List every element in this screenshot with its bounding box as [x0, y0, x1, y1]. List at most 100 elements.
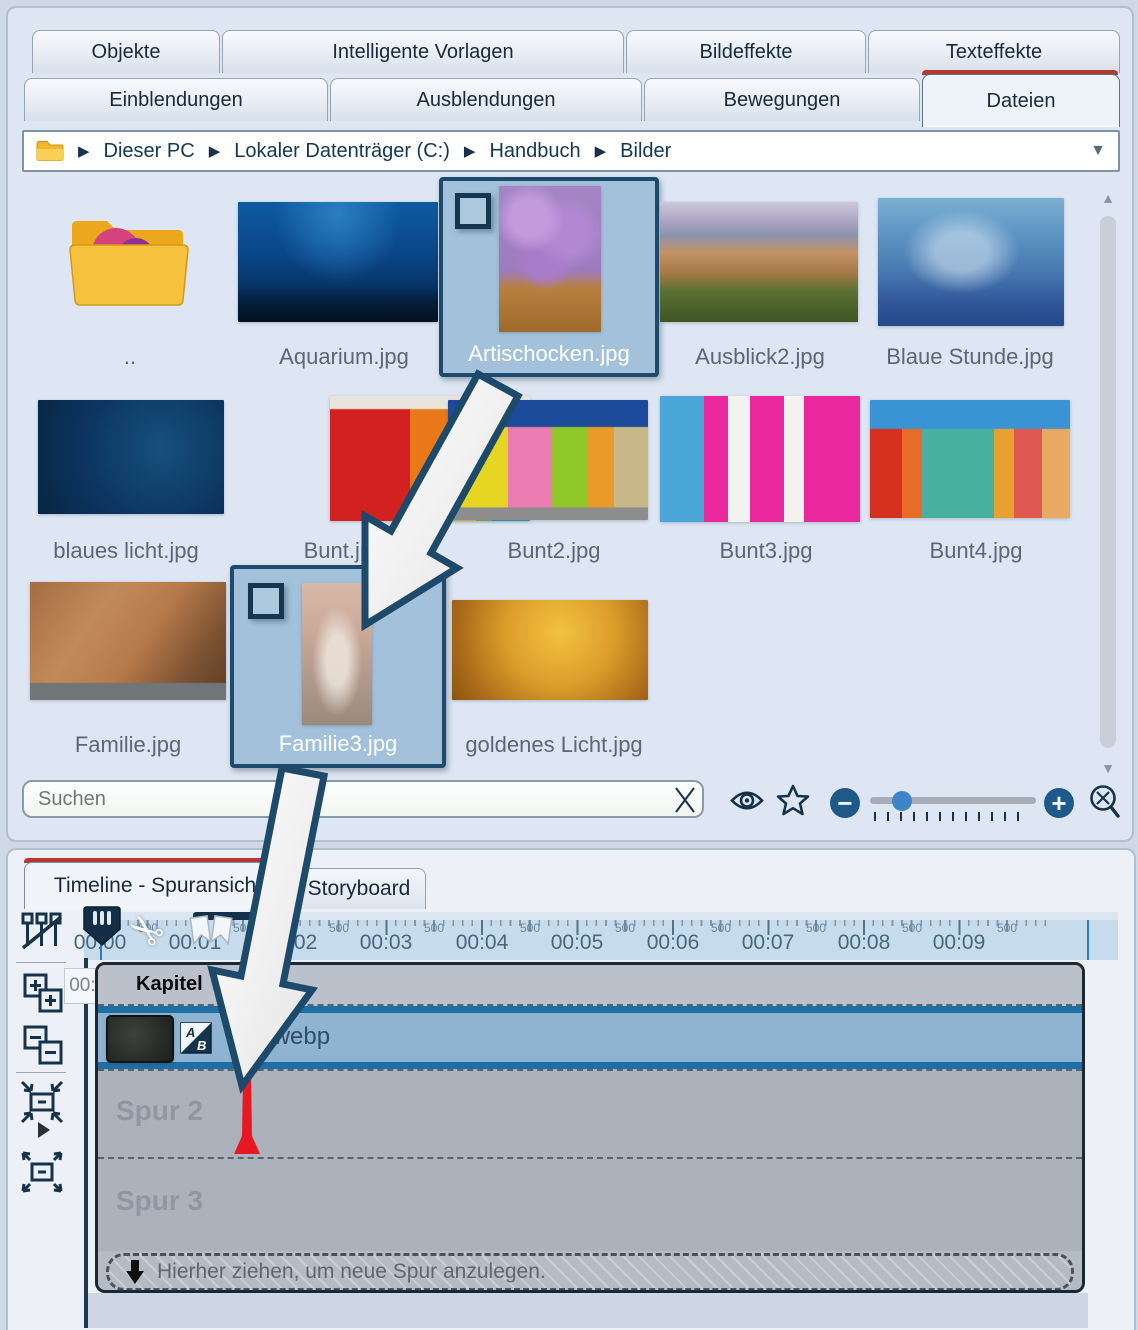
- tab-texteffekte[interactable]: Texteffekte: [868, 30, 1120, 73]
- file-label: Ausblick2.jpg: [650, 344, 870, 370]
- split-marker-icon[interactable]: [188, 914, 236, 956]
- expand-icon[interactable]: [38, 1122, 50, 1138]
- scroll-down-icon[interactable]: ▼: [1098, 760, 1118, 776]
- chapter-track[interactable]: Kapitel: [98, 965, 1082, 1006]
- track-1[interactable]: A B b06.webp: [98, 1006, 1082, 1069]
- tab-einblendungen[interactable]: Einblendungen: [24, 78, 328, 121]
- file-thumbnail: [878, 198, 1064, 326]
- zoom-slider-ticks: [874, 812, 1022, 821]
- file-label: Bunt4.jpg: [866, 538, 1086, 564]
- chevron-right-icon: ▶: [78, 142, 90, 160]
- minus-glyph: −: [837, 790, 852, 816]
- breadcrumb-dropdown-icon[interactable]: ▼: [1090, 142, 1106, 160]
- file-thumbnail: [238, 202, 438, 322]
- zoom-slider-thumb[interactable]: [892, 791, 912, 811]
- file-label: Blaue Stunde.jpg: [860, 344, 1080, 370]
- enlarge-all-tracks-icon[interactable]: [20, 1150, 64, 1194]
- file-item-selected[interactable]: Artischocken.jpg: [439, 177, 659, 377]
- ruler-sublabel: 500: [510, 921, 550, 935]
- ruler-sublabel: 500: [414, 921, 454, 935]
- track-label: Spur 3: [116, 1185, 203, 1217]
- chevron-right-icon: ▶: [209, 142, 221, 160]
- folder-icon: [36, 140, 64, 162]
- ruler-sublabel: 500: [892, 921, 932, 935]
- selection-checkbox[interactable]: [248, 583, 284, 619]
- search-input[interactable]: [22, 780, 704, 818]
- breadcrumb-item-bilder[interactable]: Bilder: [620, 140, 671, 163]
- chapter-label: Kapitel: [136, 973, 203, 996]
- track-3[interactable]: Spur 3: [98, 1157, 1082, 1251]
- file-thumbnail: [30, 582, 226, 700]
- file-label: ..: [20, 344, 240, 370]
- folder-up-icon: [60, 204, 196, 308]
- plus-glyph: +: [1051, 790, 1066, 816]
- file-thumbnail: [38, 400, 224, 514]
- tab-timeline-spuransicht[interactable]: Timeline - Spuransicht: [24, 862, 292, 909]
- star-icon[interactable]: [776, 784, 810, 817]
- clear-search-icon[interactable]: [672, 787, 698, 813]
- ruler-sublabel: 500: [701, 921, 741, 935]
- tab-objekte[interactable]: Objekte: [32, 30, 220, 73]
- zoom-in-icon[interactable]: +: [1044, 788, 1074, 818]
- file-thumbnail: [452, 600, 648, 700]
- ruler-end-marker: [1087, 920, 1089, 960]
- file-label: Bunt.jpg: [234, 538, 454, 564]
- toolbar-separator: [16, 1072, 66, 1073]
- track-label: Spur 2: [116, 1095, 203, 1127]
- breadcrumb: ▶ Dieser PC ▶ Lokaler Datenträger (C:) ▶…: [22, 130, 1120, 172]
- ruler-sublabel: 500: [796, 921, 836, 935]
- eye-icon[interactable]: [730, 788, 764, 813]
- scroll-up-icon[interactable]: ▲: [1098, 190, 1118, 206]
- file-label: Familie.jpg: [18, 732, 238, 758]
- playhead-marker[interactable]: [83, 906, 121, 956]
- file-label: blaues licht.jpg: [16, 538, 236, 564]
- svg-text:B: B: [197, 1038, 206, 1053]
- timeline-left-edge: [84, 958, 88, 1328]
- chevron-right-icon: ▶: [595, 142, 607, 160]
- scrollbar-thumb[interactable]: [1100, 216, 1116, 748]
- image-text-ab-icon: A B: [180, 1022, 212, 1054]
- arrow-down-icon: [125, 1259, 145, 1285]
- timeline-background: [88, 1293, 1088, 1328]
- tab-bildeffekte[interactable]: Bildeffekte: [626, 30, 866, 73]
- selection-checkbox[interactable]: [455, 193, 491, 229]
- file-label: goldenes Licht.jpg: [444, 732, 664, 758]
- breadcrumb-item-dieser-pc[interactable]: Dieser PC: [104, 140, 195, 163]
- ruler-sublabel: 500: [987, 921, 1027, 935]
- breadcrumb-item-handbuch[interactable]: Handbuch: [489, 140, 580, 163]
- tab-dateien[interactable]: Dateien: [922, 74, 1120, 127]
- media-pool-panel: Objekte Intelligente Vorlagen Bildeffekt…: [6, 6, 1134, 842]
- breadcrumb-item-laufwerk-c[interactable]: Lokaler Datenträger (C:): [234, 140, 450, 163]
- tab-ausblendungen[interactable]: Ausblendungen: [330, 78, 642, 121]
- file-thumbnail: [660, 202, 858, 322]
- track-2[interactable]: Spur 2: [98, 1069, 1082, 1159]
- tab-bewegungen[interactable]: Bewegungen: [644, 78, 920, 121]
- file-label: Artischocken.jpg: [443, 341, 655, 367]
- shrink-all-tracks-icon[interactable]: [20, 1080, 64, 1124]
- tab-intelligente-vorlagen[interactable]: Intelligente Vorlagen: [222, 30, 624, 73]
- file-thumbnail: [302, 583, 372, 725]
- toolbar-separator: [16, 962, 66, 963]
- svg-text:A: A: [185, 1025, 195, 1040]
- file-thumbnail: [870, 400, 1070, 518]
- zoom-out-icon[interactable]: −: [830, 788, 860, 818]
- file-thumbnail: [660, 396, 860, 522]
- file-thumbnail: [499, 186, 601, 332]
- drop-zone-label: Hierher ziehen, um neue Spur anzulegen.: [157, 1260, 546, 1284]
- chevron-right-icon: ▶: [464, 142, 476, 160]
- file-thumbnail: [448, 400, 648, 520]
- ruler-sublabel: 500: [319, 921, 359, 935]
- file-label: Aquarium.jpg: [234, 344, 454, 370]
- file-label: Bunt2.jpg: [444, 538, 664, 564]
- file-label: Familie3.jpg: [234, 731, 442, 757]
- ruler-sublabel: 500: [605, 921, 645, 935]
- new-track-drop-zone[interactable]: Hierher ziehen, um neue Spur anzulegen.: [106, 1253, 1074, 1291]
- file-item-selected[interactable]: Familie3.jpg: [230, 565, 446, 768]
- tab-storyboard[interactable]: Storyboard: [292, 868, 426, 909]
- clip-name[interactable]: b06.webp: [226, 1023, 330, 1051]
- zoom-in-tracks-icon[interactable]: [22, 972, 64, 1014]
- zoom-out-tracks-icon[interactable]: [22, 1024, 64, 1066]
- clip-thumbnail[interactable]: [106, 1015, 174, 1063]
- zoom-fit-icon[interactable]: [1088, 784, 1122, 820]
- grid-scrollbar[interactable]: ▲ ▼: [1098, 188, 1118, 780]
